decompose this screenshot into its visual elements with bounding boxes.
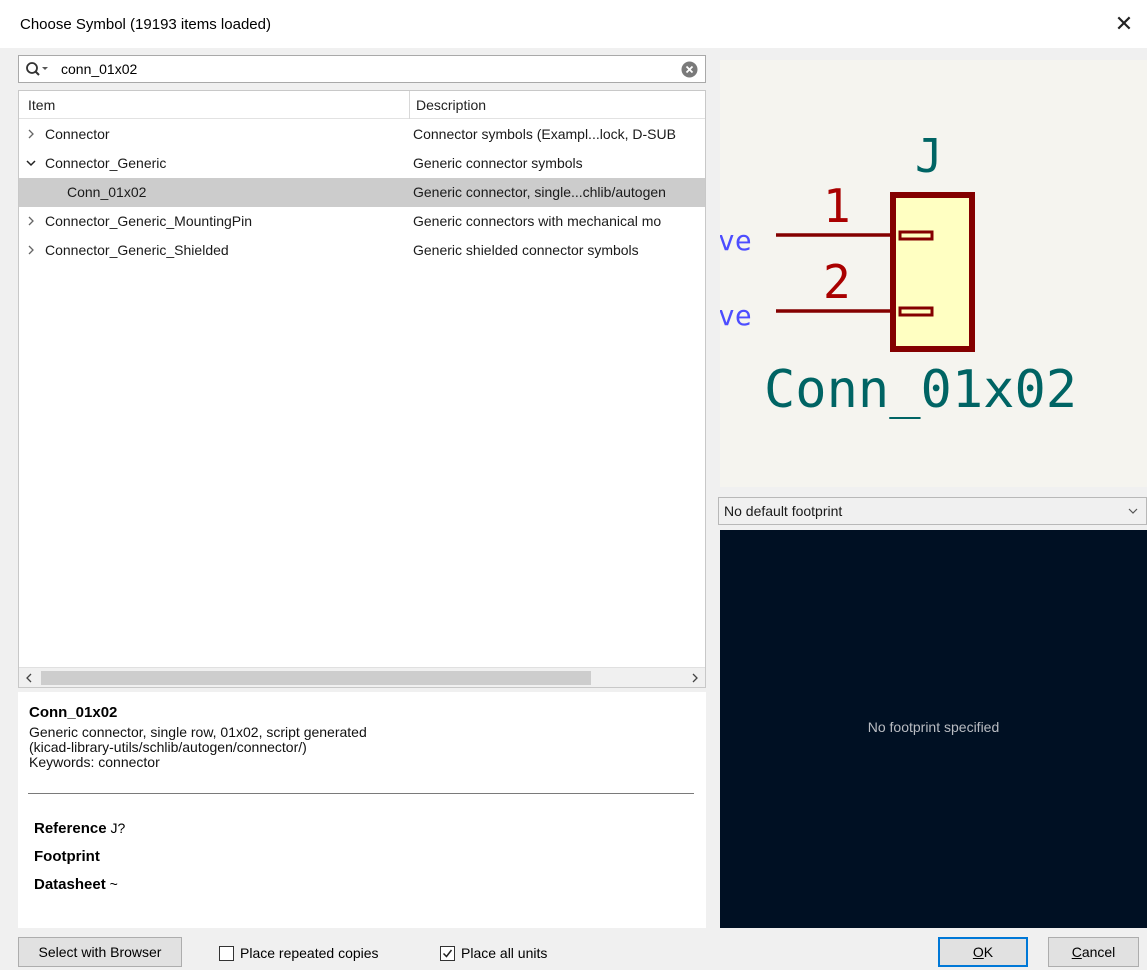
- checkbox-label: Place repeated copies: [240, 945, 379, 961]
- pin-number: 1: [823, 179, 851, 233]
- chevron-right-icon[interactable]: [25, 127, 37, 141]
- tree-row-conn-01x02[interactable]: Conn_01x02 Generic connector, single...c…: [19, 178, 705, 207]
- horizontal-scrollbar[interactable]: [19, 667, 705, 687]
- scrollbar-thumb[interactable]: [41, 671, 591, 685]
- search-input[interactable]: [61, 59, 681, 79]
- checkbox-label: Place all units: [461, 945, 548, 961]
- clear-search-icon[interactable]: [681, 61, 698, 78]
- title-bar: Choose Symbol (19193 items loaded) ✕: [0, 0, 1147, 48]
- tree-row-connector-generic[interactable]: Connector_Generic Generic connector symb…: [19, 149, 705, 178]
- symbol-details-panel: Conn_01x02 Generic connector, single row…: [18, 692, 706, 928]
- details-symbol-name: Conn_01x02: [29, 704, 118, 721]
- symbol-tree[interactable]: Item Description Connector Connector sym…: [18, 90, 706, 688]
- field-value: ~: [109, 876, 118, 892]
- window-title: Choose Symbol (19193 items loaded): [20, 16, 271, 33]
- chevron-down-icon: [1128, 508, 1138, 514]
- mnemonic-letter: O: [972, 944, 984, 960]
- search-icon[interactable]: [25, 60, 49, 80]
- pin-name-fragment: ve: [720, 224, 752, 257]
- footprint-preview-canvas[interactable]: No footprint specified: [720, 530, 1147, 928]
- chevron-down-icon[interactable]: [25, 156, 37, 170]
- scroll-right-button[interactable]: [685, 668, 705, 687]
- details-keywords: Keywords: connector: [29, 754, 160, 770]
- checkbox-box[interactable]: [219, 945, 234, 961]
- button-label: Select with Browser: [38, 944, 162, 960]
- scroll-left-button[interactable]: [19, 668, 39, 687]
- button-label-rest: K: [983, 944, 994, 960]
- field-datasheet: Datasheet ~: [34, 876, 118, 893]
- close-icon: ✕: [1114, 11, 1134, 36]
- field-value: J?: [110, 820, 126, 836]
- button-label-rest: ancel: [1081, 944, 1116, 960]
- tree-row-description: Generic shielded connector symbols: [413, 242, 639, 258]
- field-label: Reference: [34, 820, 107, 837]
- tree-row-description: Connector symbols (Exampl...lock, D-SUB: [413, 126, 676, 142]
- field-label: Footprint: [34, 848, 100, 865]
- footprint-empty-message: No footprint specified: [867, 719, 1000, 735]
- details-description-line: (kicad-library-utils/schlib/autogen/conn…: [29, 739, 307, 755]
- field-label: Datasheet: [34, 876, 106, 893]
- symbol-drawing: J 1 ve 2 ve Conn_01x02: [720, 129, 1077, 420]
- tree-row-label: Conn_01x02: [67, 184, 147, 200]
- symbol-reference-text: J: [915, 129, 943, 183]
- footprint-dropdown-value: No default footprint: [724, 503, 843, 519]
- column-header-description[interactable]: Description: [416, 97, 486, 113]
- symbol-preview-canvas[interactable]: J 1 ve 2 ve Conn_01x02: [720, 60, 1147, 487]
- mnemonic-letter: C: [1071, 944, 1082, 960]
- field-footprint: Footprint: [34, 848, 100, 865]
- symbol-value-text: Conn_01x02: [764, 360, 1077, 420]
- tree-row-connector-generic-shielded[interactable]: Connector_Generic_Shielded Generic shiel…: [19, 236, 705, 265]
- tree-row-description: Generic connector symbols: [413, 155, 583, 171]
- tree-row-connector-generic-mountingpin[interactable]: Connector_Generic_MountingPin Generic co…: [19, 207, 705, 236]
- cancel-button[interactable]: Cancel: [1048, 937, 1139, 967]
- chevron-right-icon[interactable]: [25, 243, 37, 257]
- chevron-right-icon: [692, 673, 698, 683]
- field-reference: Reference J?: [34, 820, 125, 837]
- tree-row-description: Generic connector, single...chlib/autoge…: [413, 184, 666, 200]
- details-divider: [28, 793, 694, 794]
- details-description-line: Generic connector, single row, 01x02, sc…: [29, 724, 367, 740]
- tree-row-description: Generic connectors with mechanical mo: [413, 213, 662, 229]
- ok-button[interactable]: OK: [938, 937, 1028, 967]
- tree-row-label: Connector: [45, 126, 110, 142]
- pin-name-fragment: ve: [720, 299, 752, 332]
- checkbox-box[interactable]: [440, 945, 455, 961]
- place-repeated-copies-checkbox[interactable]: Place repeated copies: [219, 944, 379, 962]
- search-box[interactable]: [18, 55, 706, 83]
- place-all-units-checkbox[interactable]: Place all units: [440, 944, 547, 962]
- button-label: OK: [973, 944, 993, 960]
- tree-row-label: Connector_Generic_MountingPin: [45, 213, 253, 229]
- select-with-browser-button[interactable]: Select with Browser: [18, 937, 182, 967]
- footprint-dropdown[interactable]: No default footprint: [718, 497, 1147, 525]
- close-button[interactable]: ✕: [1101, 0, 1147, 48]
- symbol-body: [890, 192, 975, 352]
- tree-row-label: Connector_Generic_Shielded: [45, 242, 229, 258]
- column-divider[interactable]: [409, 91, 410, 119]
- tree-row-connector[interactable]: Connector Connector symbols (Exampl...lo…: [19, 120, 705, 149]
- column-header-item[interactable]: Item: [28, 97, 55, 113]
- button-label: Cancel: [1072, 944, 1116, 960]
- chevron-right-icon[interactable]: [25, 214, 37, 228]
- chevron-left-icon: [26, 673, 32, 683]
- tree-row-label: Connector_Generic: [45, 155, 167, 171]
- tree-header: Item Description: [19, 91, 705, 119]
- pin-number: 2: [823, 255, 851, 309]
- checkmark-icon: [442, 949, 453, 958]
